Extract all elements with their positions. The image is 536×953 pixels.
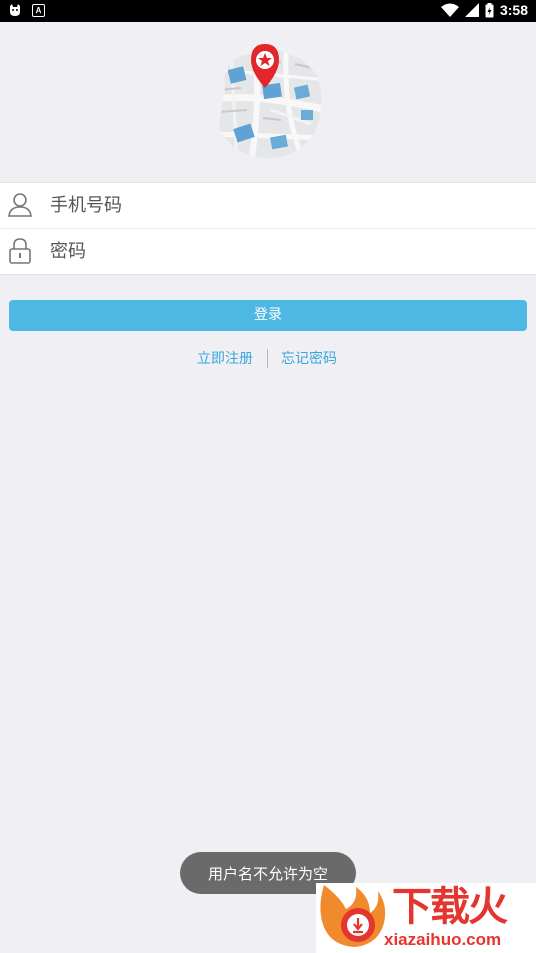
- battery-icon: [485, 2, 494, 17]
- link-divider: [267, 349, 268, 368]
- user-icon: [8, 193, 32, 217]
- password-input[interactable]: [50, 237, 510, 265]
- login-form: [0, 182, 536, 275]
- forgot-password-link[interactable]: 忘记密码: [281, 348, 337, 370]
- status-right-icons: 3:58: [440, 2, 528, 18]
- wifi-icon: [440, 3, 459, 17]
- signal-icon: [464, 3, 479, 17]
- status-left-icons: A: [8, 3, 45, 17]
- cat-icon: [10, 4, 20, 16]
- lock-icon: [9, 238, 31, 264]
- password-row: [0, 228, 536, 274]
- auth-links: 立即注册 忘记密码: [0, 348, 536, 370]
- a-icon: A: [32, 3, 45, 17]
- status-bar: A 3:58: [0, 0, 536, 22]
- login-button[interactable]: 登录: [9, 300, 527, 331]
- phone-input[interactable]: [50, 191, 510, 219]
- status-time: 3:58: [499, 2, 528, 18]
- watermark: 下载火 xiazaihuo.com: [316, 883, 536, 953]
- register-link[interactable]: 立即注册: [197, 348, 253, 370]
- map-pin-logo: [219, 44, 322, 159]
- flame-logo-icon: [320, 885, 386, 947]
- watermark-brand: 下载火: [392, 884, 508, 930]
- phone-row: [0, 183, 536, 228]
- watermark-domain: xiazaihuo.com: [384, 930, 502, 949]
